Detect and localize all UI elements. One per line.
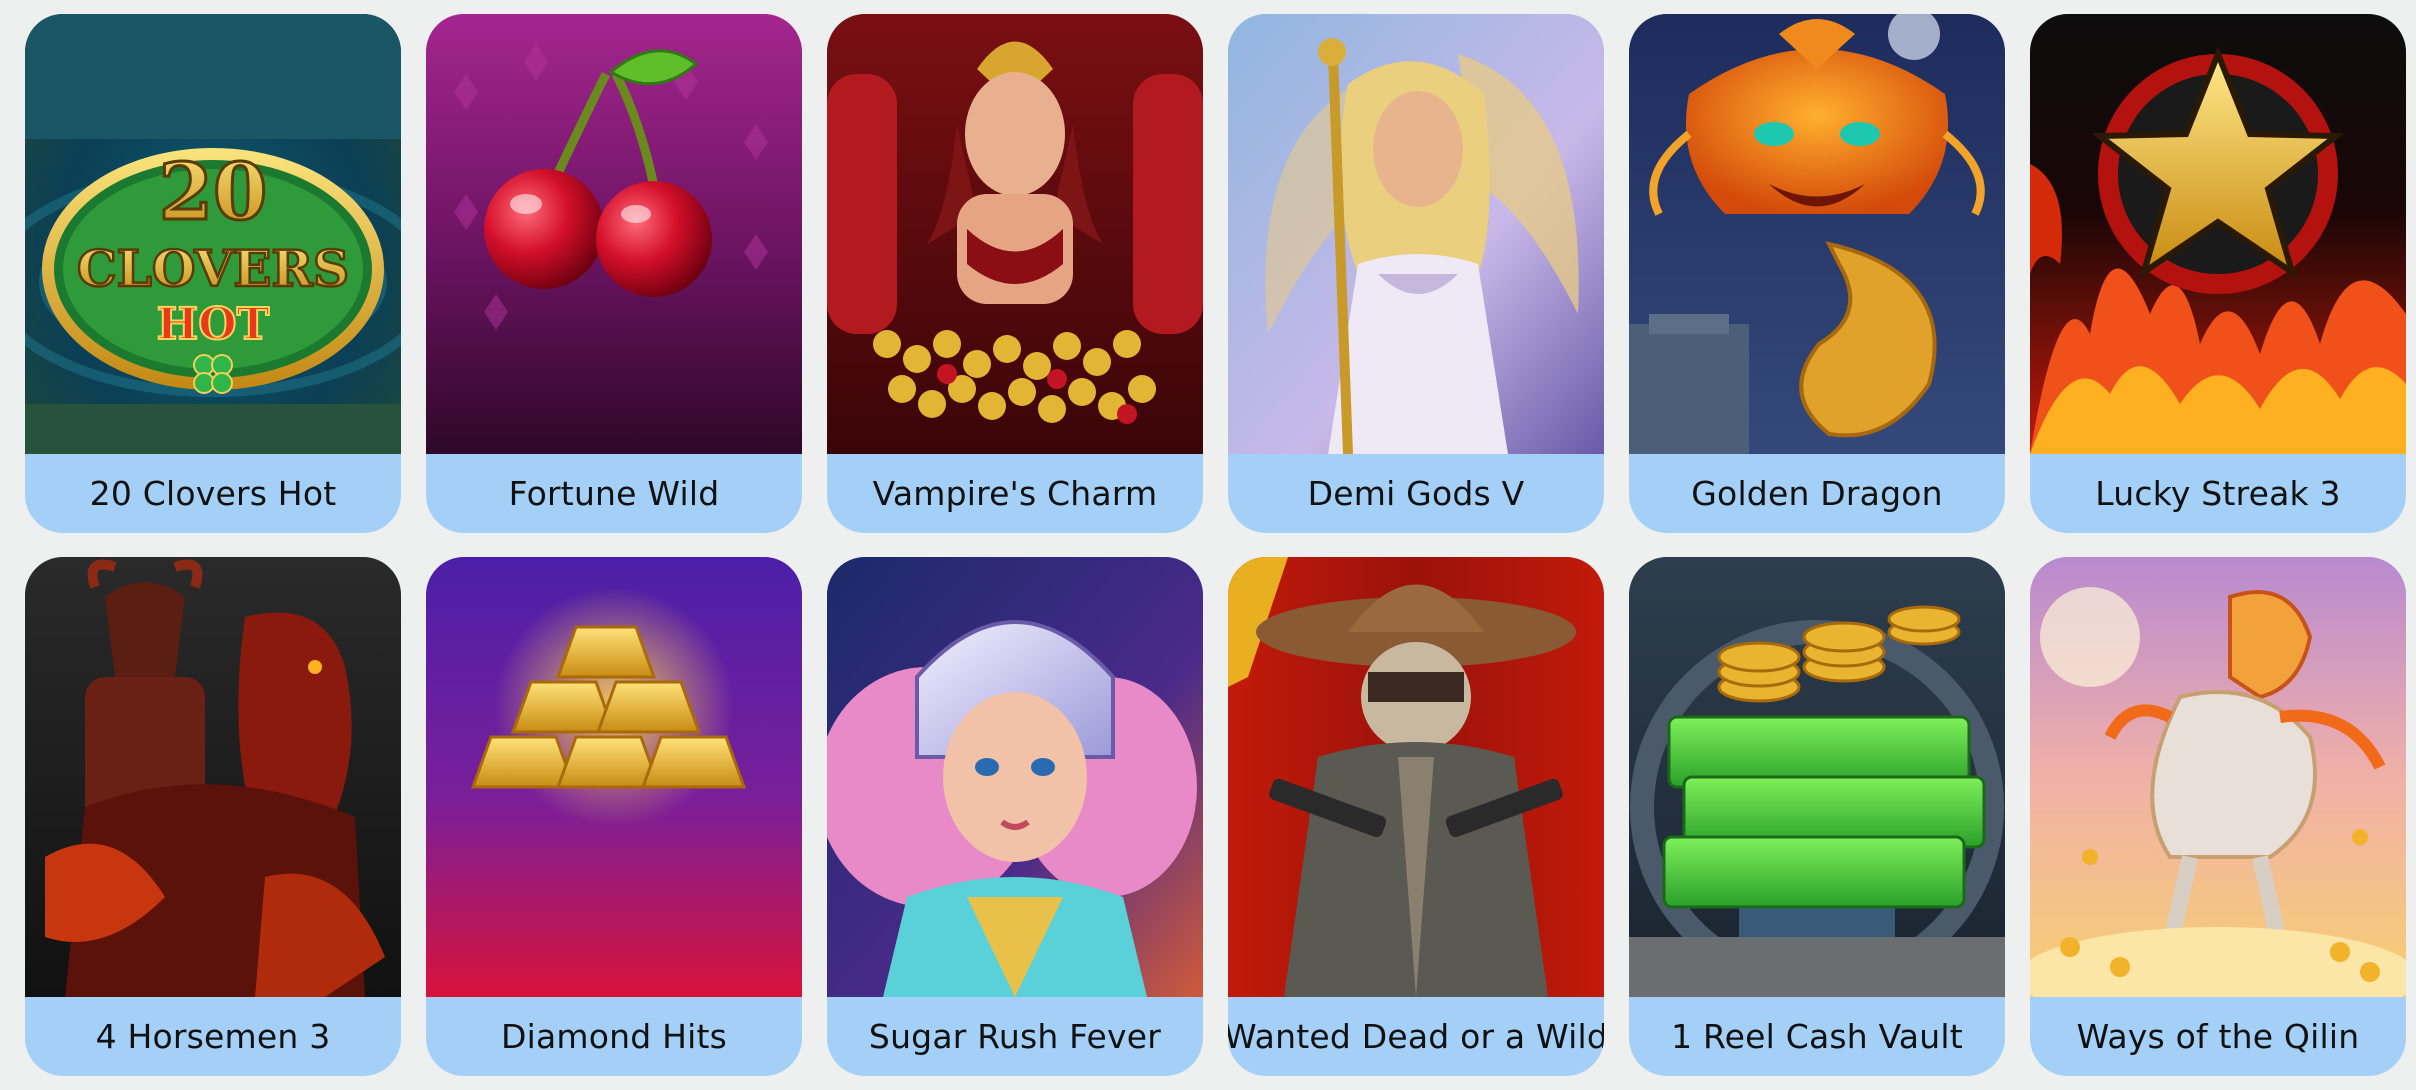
game-card-demi-gods-v[interactable]: Demi Gods V <box>1228 14 1604 533</box>
game-title[interactable]: 4 Horsemen 3 <box>25 997 401 1076</box>
game-title[interactable]: 1 Reel Cash Vault <box>1629 997 2005 1076</box>
game-title[interactable]: Wanted Dead or a Wild <box>1228 997 1604 1076</box>
game-title[interactable]: Ways of the Qilin <box>2030 997 2406 1076</box>
game-grid: 20 CLOVERS HOT 20 Clovers Hot Fortune Wi… <box>25 14 2406 1076</box>
game-card-wanted-dead-or-a-wild[interactable]: Wanted Dead or a Wild <box>1228 557 1604 1076</box>
vampire-queen-icon[interactable] <box>827 14 1203 454</box>
gold-bars-icon[interactable] <box>426 557 802 997</box>
dragon-icon[interactable] <box>1629 14 2005 454</box>
cowboy-gunslinger-icon[interactable] <box>1228 557 1604 997</box>
svg-text:HOT: HOT <box>157 299 270 350</box>
game-card-fortune-wild[interactable]: Fortune Wild <box>426 14 802 533</box>
qilin-icon[interactable] <box>2030 557 2406 997</box>
gold-star-icon[interactable] <box>2030 14 2406 454</box>
game-card-golden-dragon[interactable]: Golden Dragon <box>1629 14 2005 533</box>
game-card-diamond-hits[interactable]: Diamond Hits <box>426 557 802 1076</box>
game-title[interactable]: Diamond Hits <box>426 997 802 1076</box>
game-card-lucky-streak-3[interactable]: Lucky Streak 3 <box>2030 14 2406 533</box>
cash-vault-icon[interactable] <box>1629 557 2005 997</box>
clover-slot-icon[interactable]: 20 CLOVERS HOT <box>25 14 401 454</box>
game-title[interactable]: Lucky Streak 3 <box>2030 454 2406 533</box>
game-card-ways-of-the-qilin[interactable]: Ways of the Qilin <box>2030 557 2406 1076</box>
svg-text:20: 20 <box>159 147 268 238</box>
game-card-4-horsemen-3[interactable]: 4 Horsemen 3 <box>25 557 401 1076</box>
horseman-icon[interactable] <box>25 557 401 997</box>
racer-girl-icon[interactable] <box>827 557 1203 997</box>
game-card-1-reel-cash-vault[interactable]: 1 Reel Cash Vault <box>1629 557 2005 1076</box>
game-title[interactable]: 20 Clovers Hot <box>25 454 401 533</box>
game-title[interactable]: Fortune Wild <box>426 454 802 533</box>
game-title[interactable]: Golden Dragon <box>1629 454 2005 533</box>
game-title[interactable]: Sugar Rush Fever <box>827 997 1203 1076</box>
game-card-vampires-charm[interactable]: Vampire's Charm <box>827 14 1203 533</box>
game-title[interactable]: Demi Gods V <box>1228 454 1604 533</box>
cherry-icon[interactable] <box>426 14 802 454</box>
goddess-icon[interactable] <box>1228 14 1604 454</box>
game-title[interactable]: Vampire's Charm <box>827 454 1203 533</box>
svg-text:CLOVERS: CLOVERS <box>77 239 349 298</box>
game-card-sugar-rush-fever[interactable]: Sugar Rush Fever <box>827 557 1203 1076</box>
game-card-20-clovers-hot[interactable]: 20 CLOVERS HOT 20 Clovers Hot <box>25 14 401 533</box>
